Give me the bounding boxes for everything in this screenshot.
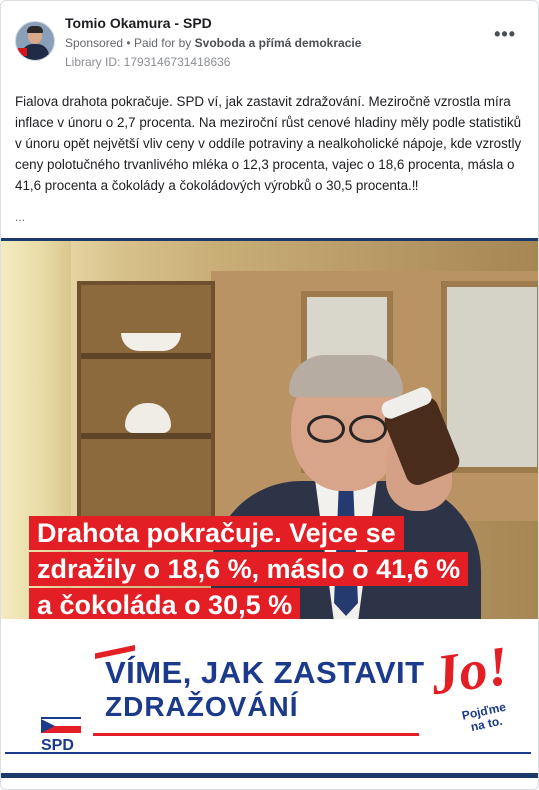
jo-logo: Jo! (427, 634, 513, 708)
see-more-ellipsis[interactable]: ... (15, 210, 25, 224)
video-scene: Drahota pokračuje. Vejce se zdražily o 1… (1, 241, 538, 622)
video-caption: Drahota pokračuje. Vejce se zdražily o 1… (29, 516, 469, 624)
author-avatar[interactable] (15, 21, 55, 61)
ad-card: Tomio Okamura - SPD Sponsored • Paid for… (0, 0, 539, 790)
caption-line: a čokoláda o 30,5 % (29, 588, 301, 622)
caption-line: Drahota pokračuje. Vejce se (29, 516, 404, 550)
caption-line: zdražily o 18,6 %, máslo o 41,6 % (29, 552, 469, 586)
bottom-border (1, 773, 538, 778)
czech-flag-icon (41, 717, 81, 735)
sponsored-label: Sponsored (65, 36, 124, 50)
paid-for-prefix: Paid for by (133, 36, 192, 50)
slogan-line-1: VÍME, JAK ZASTAVIT (105, 655, 425, 690)
slogan-banner: VÍME, JAK ZASTAVIT ZDRAŽOVÁNÍ Jo! Pojďme… (1, 619, 538, 778)
ad-media-image[interactable]: Drahota pokračuje. Vejce se zdražily o 1… (1, 238, 538, 778)
slogan-underline (93, 733, 419, 736)
bottom-divider (5, 752, 531, 754)
sponsored-meta: Sponsored • Paid for by Svoboda a přímá … (65, 36, 361, 50)
paid-for-by-link[interactable]: Svoboda a přímá demokracie (195, 36, 362, 50)
pojdme-tagline: Pojďme na to. (461, 700, 510, 736)
meta-separator: • (126, 36, 131, 50)
more-options-icon[interactable]: ••• (494, 25, 516, 43)
author-name[interactable]: Tomio Okamura - SPD (65, 15, 212, 31)
spd-logo: SPD (41, 717, 83, 757)
post-header: Tomio Okamura - SPD Sponsored • Paid for… (15, 15, 524, 71)
slogan-line-2: ZDRAŽOVÁNÍ (105, 691, 299, 722)
post-body-text: Fialova drahota pokračuje. SPD ví, jak z… (15, 94, 522, 193)
library-id: Library ID: 1793146731418636 (65, 55, 231, 69)
